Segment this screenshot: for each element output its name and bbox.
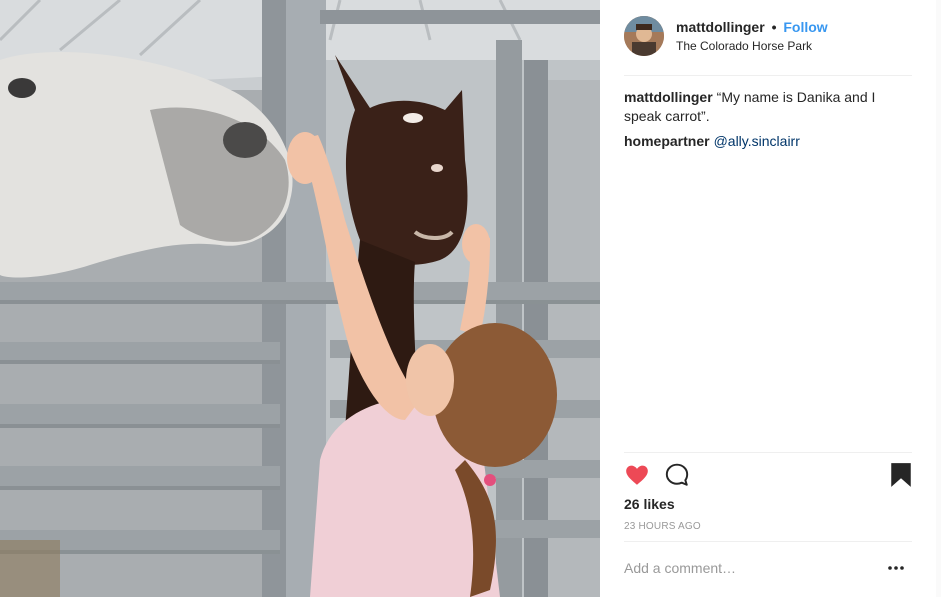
actions-divider [624,452,912,453]
post-header: mattdollinger • Follow The Colorado Hors… [624,16,912,60]
avatar[interactable] [624,16,664,56]
post-sidebar: mattdollinger • Follow The Colorado Hors… [600,0,936,597]
bookmark-icon[interactable] [890,462,916,488]
follow-button[interactable]: Follow [783,19,827,35]
comment-box-divider [624,541,912,542]
instagram-post: mattdollinger • Follow The Colorado Hors… [0,0,936,597]
post-actions [624,462,912,490]
add-comment-input[interactable]: Add a comment… [624,560,844,576]
comment-author[interactable]: homepartner [624,133,710,149]
separator-dot: • [771,19,777,35]
comment-icon[interactable] [664,462,690,488]
post-photo[interactable] [0,0,600,597]
comments-list: mattdollinger “My name is Danika and I sp… [624,88,912,157]
header-divider [624,75,912,76]
post-timestamp[interactable]: 23 HOURS AGO [624,521,701,532]
comment-author[interactable]: mattdollinger [624,89,713,105]
post-username[interactable]: mattdollinger [676,19,765,35]
comment-item: mattdollinger “My name is Danika and I sp… [624,88,912,126]
more-options-icon[interactable] [886,558,906,578]
comment-mention-link[interactable]: @ally.sinclairr [714,133,800,149]
avatar-image-icon [624,16,664,56]
comment-item: homepartner @ally.sinclairr [624,132,912,151]
likes-count[interactable]: 26 likes [624,496,675,512]
horse-stall-photo [0,0,600,597]
username-row: mattdollinger • Follow [676,19,828,35]
heart-icon[interactable] [624,462,650,488]
location-link[interactable]: The Colorado Horse Park [676,39,812,53]
